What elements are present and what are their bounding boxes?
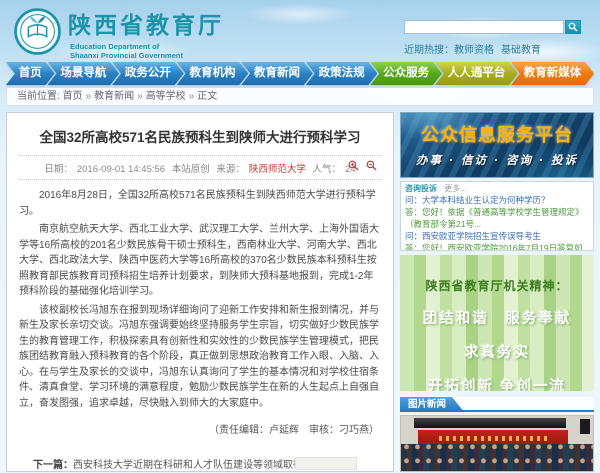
meta-origin: 本站原创 xyxy=(172,164,210,175)
hot-search: 近期热搜：教师资格基础教育 xyxy=(404,41,594,56)
nav-tab[interactable]: 教育新媒体 xyxy=(511,62,594,85)
search-area: 近期热搜：教师资格基础教育 xyxy=(404,20,594,56)
brand-block: 陕西省教育厅 Education Department of Shaanxi P… xyxy=(68,6,224,60)
breadcrumb-separator: » xyxy=(189,91,195,102)
breadcrumb-items: 首页»教育新闻»高等学校»正文 xyxy=(63,91,224,102)
editor-note: （责任编辑：卢延辉 审核：刁巧燕） xyxy=(19,421,379,436)
spirit-banner-line: 开拓创新 争创一流 xyxy=(400,375,594,391)
partial-footer-element xyxy=(295,457,357,470)
meta-views-label: 人气： xyxy=(313,164,342,175)
meta-source[interactable]: 陕西师范大学 xyxy=(249,164,306,175)
breadcrumb-link[interactable]: 教育新闻 xyxy=(94,91,134,102)
photo-news-section: 图片新闻 xyxy=(400,397,594,472)
qa-box: 咨询投诉 更多... 问：大学本科结业生认定为何种学历？答：您好！依据《普通高等… xyxy=(400,181,594,251)
spirit-banner: 陕西省教育厅机关精神： 团结和谐 服务奉献求真务实开拓创新 争创一流 xyxy=(400,255,594,391)
hot-search-term[interactable]: 基础教育 xyxy=(501,45,541,56)
photo-people-row xyxy=(401,444,593,471)
site-subtitle: Education Department of Shaanxi Provinci… xyxy=(70,42,224,60)
spirit-banner-title: 陕西省教育厅机关精神： xyxy=(400,255,594,294)
service-banner-subtitle: 办事 · 信访 · 咨询 · 投诉 xyxy=(401,152,593,168)
hot-search-label: 近期热搜： xyxy=(404,45,454,56)
photo-news-header: 图片新闻 xyxy=(400,397,594,412)
article-panel: 全国32所高校571名民族预科生到陕师大进行预科学习 日期： 2016-09-01… xyxy=(6,112,394,472)
article-paragraph: 该校副校长冯旭东在报到现场详细询问了迎新工作安排和新生报到情况，并与新生及家长亲… xyxy=(19,303,381,412)
nav-tab[interactable]: 政务公开 xyxy=(112,62,184,85)
meta-source-label: 来源： xyxy=(216,164,245,175)
breadcrumb-separator: » xyxy=(137,91,143,102)
main-nav: 首页 场景导航 政务公开 教育机构 教育新闻 政策法规 公众服务 人人通平台 教… xyxy=(6,62,594,85)
photo-speaker-box xyxy=(580,419,590,434)
article-body: 2016年8月28日，全国32所高校571名民族预科生到陕西师范大学进行预科学习… xyxy=(19,188,381,411)
spirit-banner-line: 求真务实 xyxy=(400,341,594,362)
nav-tab[interactable]: 首页 xyxy=(6,62,55,85)
nav-tab[interactable]: 场景导航 xyxy=(48,62,120,85)
public-service-banner[interactable]: 公众信息服务平台 办事 · 信访 · 咨询 · 投诉 xyxy=(400,112,594,178)
spirit-banner-lines: 团结和谐 服务奉献求真务实开拓创新 争创一流 xyxy=(400,307,594,391)
qa-item[interactable]: 问：西安欧亚学院招生宣传误导考生 xyxy=(405,230,589,242)
qa-item[interactable]: 答：您好！依据《普通高等学校学生管理规定》（教育部令第21号... xyxy=(405,206,589,230)
hot-search-terms: 教师资格基础教育 xyxy=(454,45,548,56)
breadcrumb-link[interactable]: 正文 xyxy=(197,91,217,102)
photo-news-image[interactable] xyxy=(400,415,594,472)
meta-date-label: 日期： xyxy=(44,164,73,175)
nav-tab[interactable]: 教育机构 xyxy=(177,62,249,85)
article-paragraph: 2016年8月28日，全国32所高校571名民族预科生到陕西师范大学进行预科学习… xyxy=(19,188,381,219)
breadcrumb-separator: » xyxy=(86,91,92,102)
photo-news-tab[interactable]: 图片新闻 xyxy=(400,397,464,412)
breadcrumb-link[interactable]: 高等学校 xyxy=(146,91,186,102)
qa-more-link[interactable]: 更多... xyxy=(444,184,467,193)
article-paragraph: 南京航空航天大学、西北工业大学、武汉理工大学、兰州大学、上海外国语大学等16所高… xyxy=(19,222,381,300)
photo-stage-top xyxy=(414,418,566,428)
site-title: 陕西省教育厅 xyxy=(68,6,224,40)
breadcrumb-label: 当前位置: xyxy=(17,91,60,102)
service-banner-title: 公众信息服务平台 xyxy=(401,113,593,147)
qa-header-title: 咨询投诉 xyxy=(405,184,437,193)
next-label: 下一篇： xyxy=(33,460,73,471)
site-header: 陕西省教育厅 Education Department of Shaanxi P… xyxy=(6,0,594,60)
next-article-link[interactable]: 西安科技大学近期在科研和人才队伍建设等领域取得突破 xyxy=(73,460,323,471)
article-title: 全国32所高校571名民族预科生到陕师大进行预科学习 xyxy=(19,126,381,155)
nav-tab[interactable]: 政策法规 xyxy=(306,62,378,85)
search-input[interactable] xyxy=(404,20,564,34)
site-logo-icon xyxy=(14,8,61,55)
nav-tab[interactable]: 人人通平台 xyxy=(435,62,518,85)
nav-tab[interactable]: 公众服务 xyxy=(370,62,442,85)
zoom-in-icon[interactable] xyxy=(348,160,359,171)
search-button[interactable] xyxy=(565,20,581,34)
sidebar: 公众信息服务平台 办事 · 信访 · 咨询 · 投诉 咨询投诉 更多... 问：… xyxy=(400,112,594,472)
qa-item[interactable]: 问：大学本科结业生认定为何种学历？ xyxy=(405,194,589,206)
magnifier-icon xyxy=(568,22,578,32)
font-zoom-controls xyxy=(344,160,377,174)
qa-list: 问：大学本科结业生认定为何种学历？答：您好！依据《普通高等学校学生管理规定》（教… xyxy=(405,194,589,251)
nav-tab[interactable]: 教育新闻 xyxy=(241,62,313,85)
spirit-banner-line: 团结和谐 服务奉献 xyxy=(400,307,594,328)
breadcrumb: 当前位置: 首页»教育新闻»高等学校»正文 xyxy=(6,87,594,106)
meta-date: 2016-09-01 14:45:56 xyxy=(77,164,165,175)
breadcrumb-link[interactable]: 首页 xyxy=(63,91,83,102)
hot-search-term[interactable]: 教师资格 xyxy=(454,45,494,56)
qa-header: 咨询投诉 更多... xyxy=(405,184,589,194)
page: 陕西省教育厅 Education Department of Shaanxi P… xyxy=(6,0,594,472)
zoom-out-icon[interactable] xyxy=(366,160,377,171)
content-area: 全国32所高校571名民族预科生到陕师大进行预科学习 日期： 2016-09-01… xyxy=(6,112,594,472)
article-meta: 日期： 2016-09-01 14:45:56 本站原创 来源： 陕西师范大学 人气… xyxy=(19,155,381,180)
qa-item[interactable]: 答：您好！西安欧亚学院2016年7月19日答复如下： xyxy=(405,242,589,251)
